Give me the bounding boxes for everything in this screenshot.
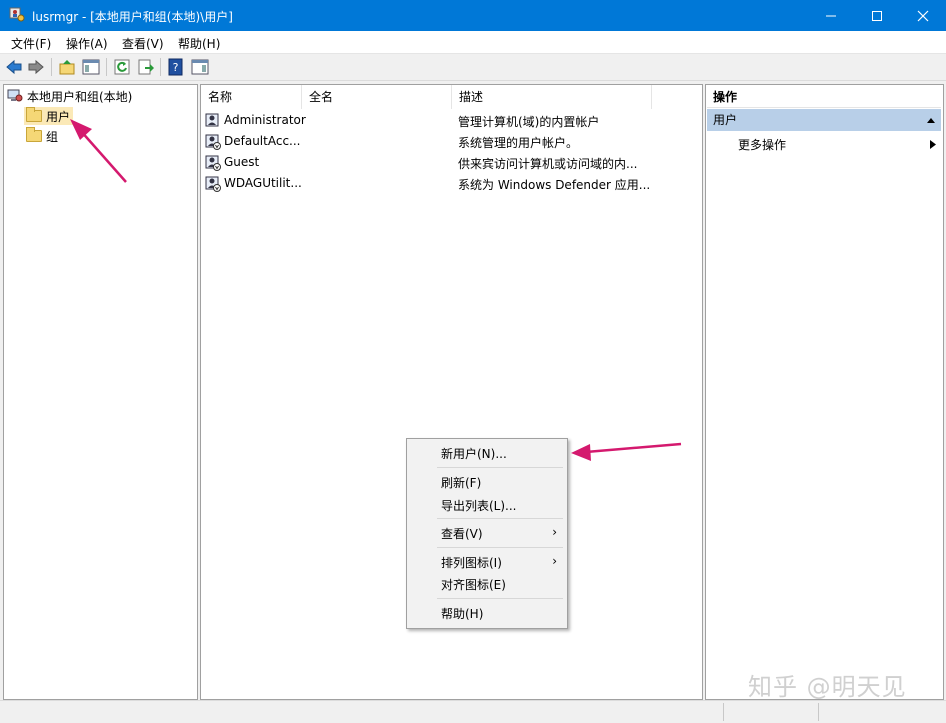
annotation-arrow-new-user bbox=[571, 442, 682, 461]
watermark: 知乎 @明天见 bbox=[748, 673, 907, 701]
status-bar-divider bbox=[818, 703, 819, 721]
annotation-arrow-users bbox=[70, 119, 127, 183]
status-bar-divider bbox=[723, 703, 724, 721]
status-bar bbox=[0, 700, 946, 723]
annotation-arrows bbox=[70, 119, 682, 461]
